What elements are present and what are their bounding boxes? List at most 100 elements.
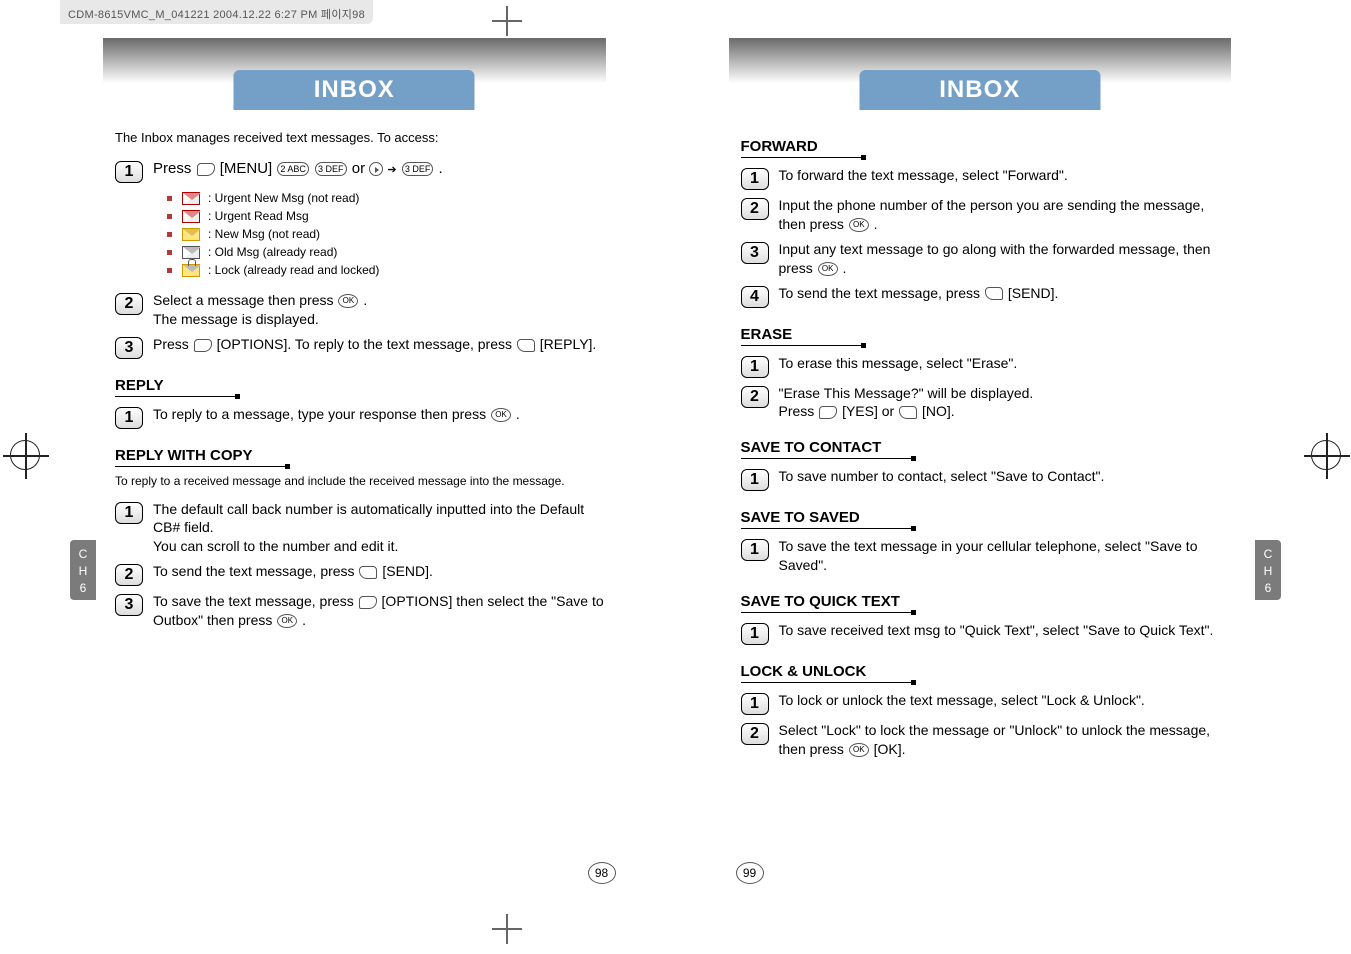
legend-item: : Urgent Read Msg xyxy=(167,209,606,223)
right-softkey-icon xyxy=(517,339,535,352)
section-save-contact: SAVE TO CONTACT xyxy=(741,439,1232,461)
ok-key-icon: OK xyxy=(849,218,869,232)
ok-key-icon: OK xyxy=(818,262,838,276)
section-erase: ERASE xyxy=(741,326,1232,348)
page-number: 99 xyxy=(736,862,764,884)
step-number: 2 xyxy=(115,293,143,315)
step-number: 3 xyxy=(115,337,143,359)
er-step-1: 1 To erase this message, select "Erase". xyxy=(741,354,1232,378)
left-softkey-icon xyxy=(359,596,377,609)
er-step-2: 2 "Erase This Message?" will be displaye… xyxy=(741,384,1232,422)
step-text: To forward the text message, select "For… xyxy=(779,166,1068,185)
step-number: 1 xyxy=(115,161,143,183)
lock-msg-icon xyxy=(182,264,200,277)
step-text: To erase this message, select "Erase". xyxy=(779,354,1018,373)
step-number: 4 xyxy=(741,286,769,308)
fw-step-2: 2 Input the phone number of the person y… xyxy=(741,196,1232,234)
step-number: 1 xyxy=(741,539,769,561)
page-header: INBOX xyxy=(729,38,1232,120)
section-save-quick: SAVE TO QUICK TEXT xyxy=(741,593,1232,615)
key-2-icon: 2 ABC xyxy=(277,162,309,176)
step-text: The default call back number is automati… xyxy=(153,500,606,557)
step-text: Input the phone number of the person you… xyxy=(779,196,1232,234)
page-98: INBOX The Inbox manages received text me… xyxy=(0,28,676,898)
step-number: 3 xyxy=(741,242,769,264)
step-number: 2 xyxy=(741,198,769,220)
step-text: To lock or unlock the text message, sele… xyxy=(779,691,1145,710)
step-text: Select "Lock" to lock the message or "Un… xyxy=(779,721,1232,759)
new-msg-icon xyxy=(182,228,200,241)
sq-step-1: 1 To save received text msg to "Quick Te… xyxy=(741,621,1232,645)
step-2: 2 Select a message then press OK . The m… xyxy=(115,291,606,329)
manual-spread: INBOX The Inbox manages received text me… xyxy=(0,28,1351,898)
step-text: To save the text message, press [OPTIONS… xyxy=(153,592,606,630)
step-number: 1 xyxy=(741,693,769,715)
reply-copy-note: To reply to a received message and inclu… xyxy=(115,473,606,490)
step-number: 1 xyxy=(741,623,769,645)
step-number: 1 xyxy=(741,469,769,491)
old-msg-icon xyxy=(182,246,200,259)
legend-item: : New Msg (not read) xyxy=(167,227,606,241)
section-forward: FORWARD xyxy=(741,138,1232,160)
lk-step-1: 1 To lock or unlock the text message, se… xyxy=(741,691,1232,715)
left-softkey-icon xyxy=(197,163,215,176)
crop-mark-bottom xyxy=(492,914,522,944)
step-3: 3 Press [OPTIONS]. To reply to the text … xyxy=(115,335,606,359)
right-softkey-icon xyxy=(899,406,917,419)
urgent-new-icon xyxy=(182,192,200,205)
step-number: 2 xyxy=(741,386,769,408)
ok-key-icon: OK xyxy=(338,294,358,308)
step-text: To save received text msg to "Quick Text… xyxy=(779,621,1214,640)
ok-key-icon: OK xyxy=(849,743,869,757)
step-number: 1 xyxy=(741,168,769,190)
message-icon-legend: : Urgent New Msg (not read) : Urgent Rea… xyxy=(167,191,606,277)
section-reply: REPLY xyxy=(115,377,606,399)
section-save-saved: SAVE TO SAVED xyxy=(741,509,1232,531)
legend-item: : Old Msg (already read) xyxy=(167,245,606,259)
step-number: 2 xyxy=(115,564,143,586)
left-softkey-icon xyxy=(819,406,837,419)
right-softkey-icon xyxy=(359,566,377,579)
ok-key-icon: OK xyxy=(277,614,297,628)
page-99: INBOX FORWARD 1 To forward the text mess… xyxy=(676,28,1351,898)
step-text: To save number to contact, select "Save … xyxy=(779,467,1105,486)
legend-item: : Urgent New Msg (not read) xyxy=(167,191,606,205)
legend-item: : Lock (already read and locked) xyxy=(167,263,606,277)
page-number: 98 xyxy=(588,862,616,884)
step-1: 1 Press [MENU] 2 ABC 3 DEF or ➔ 3 DEF . xyxy=(115,159,606,183)
fw-step-1: 1 To forward the text message, select "F… xyxy=(741,166,1232,190)
lk-step-2: 2 Select "Lock" to lock the message or "… xyxy=(741,721,1232,759)
intro-text: The Inbox manages received text messages… xyxy=(115,130,606,145)
fw-step-3: 3 Input any text message to go along wit… xyxy=(741,240,1232,278)
fw-step-4: 4 To send the text message, press [SEND]… xyxy=(741,284,1232,308)
step-text: Input any text message to go along with … xyxy=(779,240,1232,278)
rc-step-3: 3 To save the text message, press [OPTIO… xyxy=(115,592,606,630)
nav-key-icon xyxy=(369,162,383,176)
print-header: CDM-8615VMC_M_041221 2004.12.22 6:27 PM … xyxy=(60,0,373,24)
page-header: INBOX xyxy=(103,38,606,120)
step-text: Press [MENU] 2 ABC 3 DEF or ➔ 3 DEF . xyxy=(153,159,443,179)
step-text: Press [OPTIONS]. To reply to the text me… xyxy=(153,335,596,354)
step-number: 3 xyxy=(115,594,143,616)
sc-step-1: 1 To save number to contact, select "Sav… xyxy=(741,467,1232,491)
section-lock-unlock: LOCK & UNLOCK xyxy=(741,663,1232,685)
ok-key-icon: OK xyxy=(491,408,511,422)
step-text: To send the text message, press [SEND]. xyxy=(153,562,433,581)
section-reply-with-copy: REPLY WITH COPY xyxy=(115,447,606,469)
right-softkey-icon xyxy=(985,287,1003,300)
step-text: To reply to a message, type your respons… xyxy=(153,405,520,424)
page-title: INBOX xyxy=(859,70,1100,110)
step-text: To save the text message in your cellula… xyxy=(779,537,1232,575)
page-title: INBOX xyxy=(234,70,475,110)
rc-step-2: 2 To send the text message, press [SEND]… xyxy=(115,562,606,586)
key-3-icon: 3 DEF xyxy=(402,162,434,176)
step-text: Select a message then press OK . The mes… xyxy=(153,291,367,329)
reply-step-1: 1 To reply to a message, type your respo… xyxy=(115,405,606,429)
step-text: To send the text message, press [SEND]. xyxy=(779,284,1059,303)
urgent-read-icon xyxy=(182,210,200,223)
step-number: 1 xyxy=(115,407,143,429)
ss-step-1: 1 To save the text message in your cellu… xyxy=(741,537,1232,575)
step-number: 2 xyxy=(741,723,769,745)
left-softkey-icon xyxy=(194,339,212,352)
step-text: "Erase This Message?" will be displayed.… xyxy=(779,384,1034,422)
